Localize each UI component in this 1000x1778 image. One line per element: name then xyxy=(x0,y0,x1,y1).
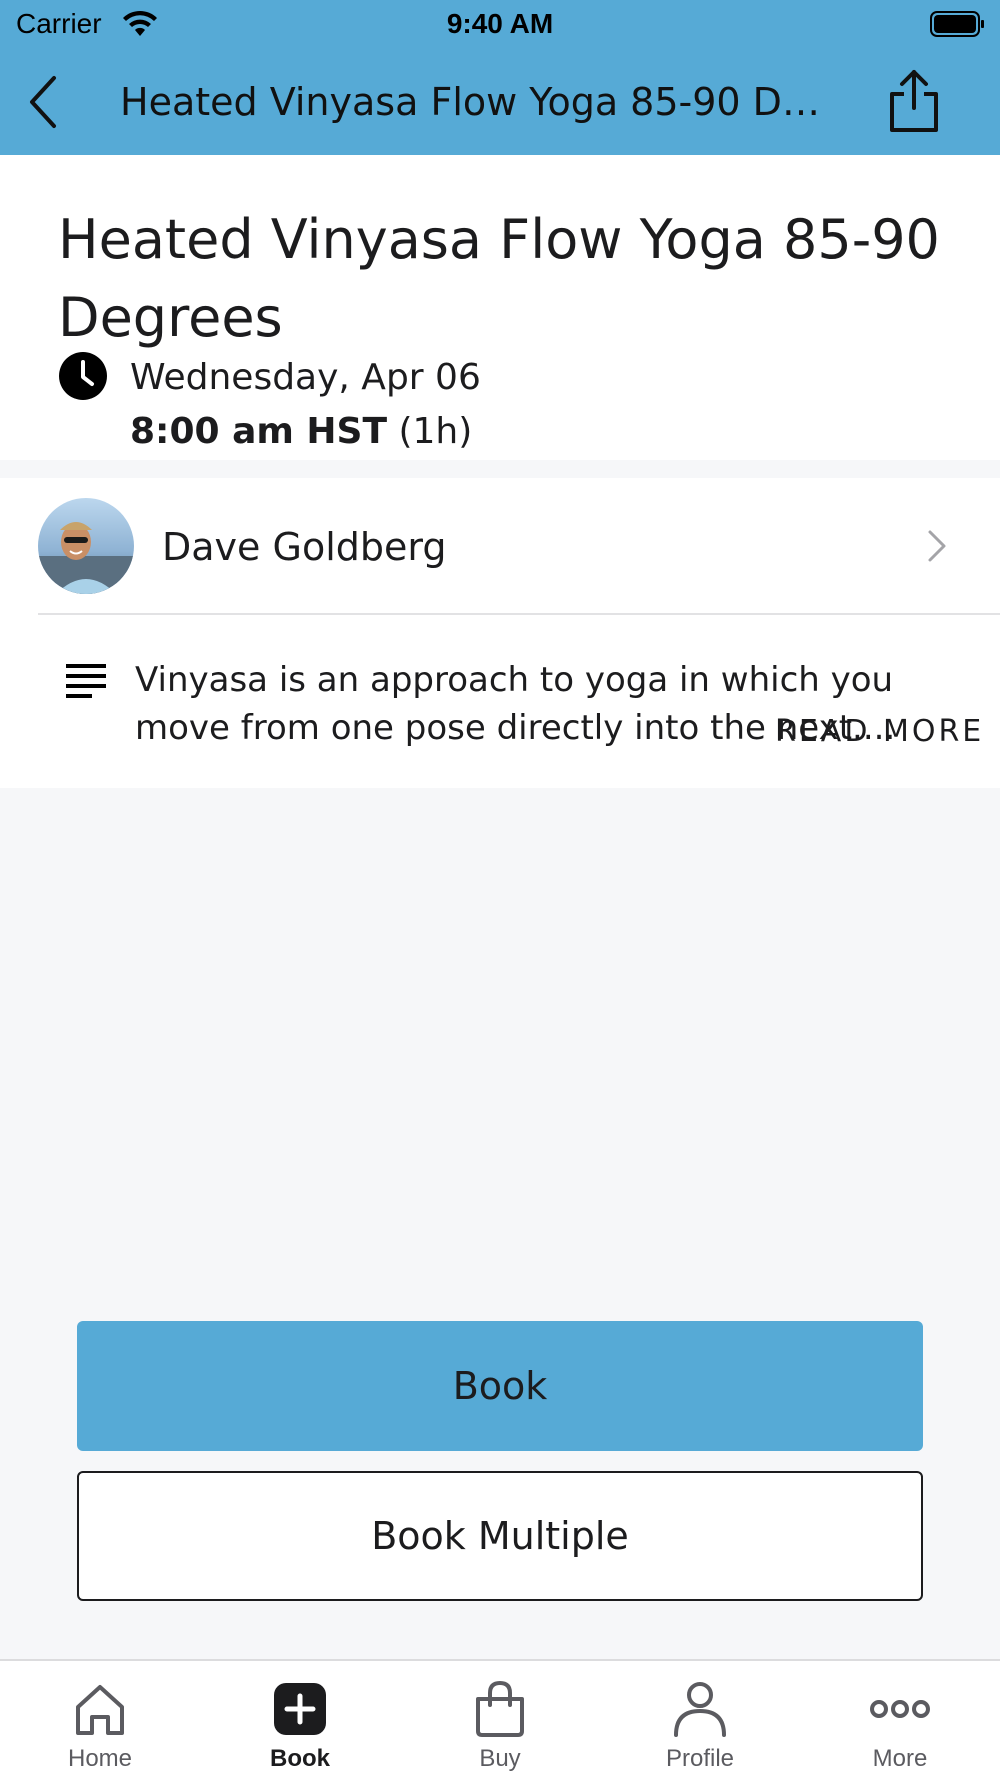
share-icon xyxy=(890,70,938,132)
tab-label: More xyxy=(872,1745,928,1772)
plus-square-icon xyxy=(274,1683,326,1735)
book-multiple-button[interactable]: Book Multiple xyxy=(77,1471,923,1601)
class-title: Heated Vinyasa Flow Yoga 85-90 Degrees xyxy=(58,208,940,349)
more-dots-icon xyxy=(870,1700,930,1718)
read-more-link[interactable]: READ MORE xyxy=(775,714,984,749)
tab-label: Buy xyxy=(479,1745,521,1772)
chevron-right-icon xyxy=(926,528,950,564)
shopping-bag-icon xyxy=(476,1680,524,1737)
tab-label: Home xyxy=(67,1745,133,1772)
description-lines-icon xyxy=(66,662,108,702)
status-bar: Carrier 9:40 AM xyxy=(0,0,1000,50)
instructor-row[interactable]: Dave Goldberg xyxy=(0,478,1000,614)
class-header: Heated Vinyasa Flow Yoga 85-90 Degrees W… xyxy=(0,155,1000,460)
status-time: 9:40 AM xyxy=(446,8,554,39)
clock-icon xyxy=(58,351,108,401)
tab-label: Book xyxy=(270,1745,330,1772)
tab-bar: Home Book Buy Profile More xyxy=(0,1659,1000,1778)
class-time: 8:00 am HST (1h) xyxy=(130,411,472,452)
class-start-time: 8:00 am HST xyxy=(130,411,388,452)
home-icon xyxy=(76,1685,124,1735)
tab-book[interactable]: Book xyxy=(200,1661,400,1778)
tab-label: Profile xyxy=(665,1745,735,1772)
avatar xyxy=(38,498,134,594)
back-button[interactable] xyxy=(26,74,66,130)
instructor-name: Dave Goldberg xyxy=(162,525,447,569)
share-button[interactable] xyxy=(886,68,942,134)
nav-title: Heated Vinyasa Flow Yoga 85-90 Degrees xyxy=(120,80,830,124)
person-icon xyxy=(674,1682,726,1737)
class-duration: (1h) xyxy=(398,411,473,452)
navigation-bar: Heated Vinyasa Flow Yoga 85-90 Degrees xyxy=(0,50,1000,155)
book-button[interactable]: Book xyxy=(77,1321,923,1451)
class-date: Wednesday, Apr 06 xyxy=(130,357,481,398)
tab-more[interactable]: More xyxy=(800,1661,1000,1778)
chevron-left-icon xyxy=(30,76,56,128)
tab-profile[interactable]: Profile xyxy=(600,1661,800,1778)
divider xyxy=(38,613,1000,615)
class-info: Dave Goldberg Vinyasa is an approach to … xyxy=(0,478,1000,788)
battery-icon xyxy=(930,10,986,42)
tab-buy[interactable]: Buy xyxy=(400,1661,600,1778)
tab-home[interactable]: Home xyxy=(0,1661,200,1778)
